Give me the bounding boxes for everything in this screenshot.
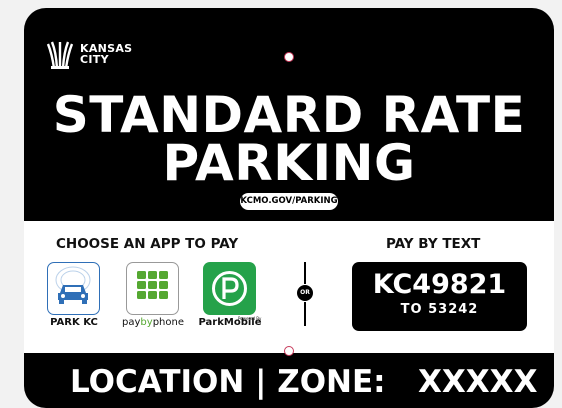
- paybyphone-label: paybyphone: [113, 317, 193, 328]
- text-code: KC49821: [372, 269, 507, 300]
- keypad-icon: [137, 271, 168, 299]
- paybyphone-phone: phone: [152, 317, 184, 328]
- divider-top: [304, 262, 306, 284]
- car-icon: [55, 266, 91, 304]
- parkmobile-p-icon: [212, 271, 247, 306]
- location-zone-label: LOCATION | ZONE: XXXXX: [70, 365, 537, 399]
- text-code-box: KC49821 TO 53242: [352, 262, 527, 331]
- title-line2: PARKING: [162, 134, 416, 192]
- kansas-city-logo: KANSAS CITY: [46, 38, 132, 70]
- text-heading: PAY BY TEXT: [386, 236, 481, 252]
- park-kc-label: PARK KC: [50, 317, 98, 328]
- url-badge: KCMO.GOV/PARKING: [240, 193, 338, 210]
- parkmobile-label: ParkMobile: [198, 317, 262, 328]
- park-kc-app[interactable]: [47, 262, 100, 315]
- mounting-hole-top: [284, 52, 294, 62]
- text-number: TO 53242: [400, 302, 479, 317]
- paybyphone-app[interactable]: [126, 262, 179, 315]
- logo-line2: CITY: [80, 53, 109, 66]
- title-line1: STANDARD RATE: [52, 86, 526, 144]
- mounting-hole-bottom: [284, 346, 294, 356]
- parkmobile-app[interactable]: [203, 262, 256, 315]
- paybyphone-pay: pay: [122, 317, 141, 328]
- divider-bottom: [304, 302, 306, 326]
- fountain-icon: [46, 41, 74, 69]
- paybyphone-by: by: [140, 317, 153, 328]
- or-badge: OR: [297, 285, 313, 301]
- apps-heading: CHOOSE AN APP TO PAY: [56, 236, 239, 252]
